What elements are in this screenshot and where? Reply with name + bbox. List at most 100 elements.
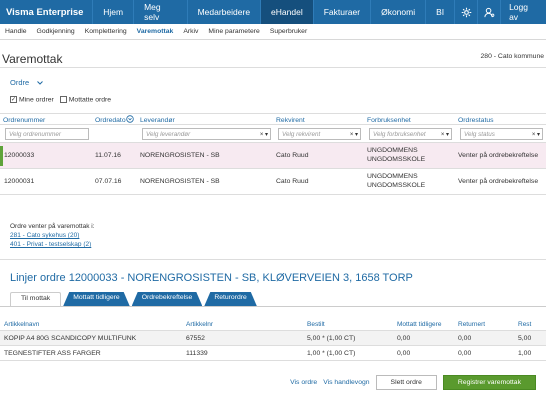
filter-ordrenummer-placeholder: Velg ordrenummer <box>9 131 61 138</box>
user-settings-icon[interactable] <box>477 0 500 24</box>
logout-button[interactable]: Logg av <box>500 0 546 24</box>
cell-ordredato: 11.07.16 <box>95 152 121 159</box>
cell-ordredato: 07.07.16 <box>95 178 122 185</box>
cell-ordrenummer: 12000031 <box>4 178 35 185</box>
order-lines-table: Artikkelnavn Artikkelnr Bestilt Mottatt … <box>0 318 546 361</box>
clear-chevron-icon[interactable]: × ▾ <box>260 131 268 138</box>
tab-returordre[interactable]: Returordre <box>204 292 257 306</box>
cell-artikkelnavn: KOPIP A4 80G SCANDICOPY MULTIFUNK <box>4 335 137 342</box>
tab-divider <box>0 306 546 307</box>
delete-order-button[interactable]: Slett ordre <box>375 375 437 390</box>
nav-item-fakturaer[interactable]: Fakturaer <box>312 0 370 24</box>
subnav-item-superbruker[interactable]: Superbruker <box>265 28 312 35</box>
nav-item-meg-selv[interactable]: Meg selv <box>133 0 187 24</box>
mine-ordrer-label: Mine ordrer <box>19 96 54 104</box>
subnav-item-arkiv[interactable]: Arkiv <box>178 28 203 35</box>
clear-chevron-icon[interactable]: × ▾ <box>532 131 540 138</box>
col-returnert: Returnert <box>458 321 486 328</box>
cell-artikkelnr: 111339 <box>186 350 208 357</box>
filter-rekvirent-placeholder: Velg rekvirent <box>282 131 321 138</box>
cell-bestilt: 1,00 * (1,00 CT) <box>307 350 356 357</box>
filter-status-placeholder: Velg status <box>464 131 495 138</box>
checkbox-empty-icon <box>59 96 67 103</box>
col-ordredato[interactable]: Ordredato <box>95 117 126 124</box>
cell-mottatt-tidligere: 0,00 <box>397 350 411 357</box>
col-ordrestatus[interactable]: Ordrestatus <box>458 117 494 124</box>
divider <box>0 259 546 260</box>
mottatte-ordrer-checkbox[interactable]: Mottatte ordre <box>59 96 111 103</box>
cell-artikkelnr: 67552 <box>186 335 205 342</box>
cell-rekvirent: Cato Ruud <box>276 178 309 185</box>
cell-forbruksenhet-1: UNGDOMMENS <box>367 147 418 154</box>
orders-table: Ordrenummer Ordredato Leverandør Rekvire… <box>0 113 546 195</box>
table-row[interactable]: 12000031 07.07.16 NORENGROSISTEN - SB Ca… <box>0 169 546 195</box>
subnav-item-komplettering[interactable]: Komplettering <box>80 28 132 35</box>
nav-item-ehandel[interactable]: eHandel <box>260 0 313 24</box>
subnav-item-mine-parametere[interactable]: Mine parametere <box>203 28 264 35</box>
cell-rest: 1,00 <box>518 350 532 357</box>
filter-ordrenummer-input[interactable]: Velg ordrenummer <box>5 128 89 140</box>
register-receipt-button[interactable]: Registrer varemottak <box>442 375 536 390</box>
table-row[interactable]: KOPIP A4 80G SCANDICOPY MULTIFUNK 67552 … <box>0 331 546 346</box>
col-ordrenummer[interactable]: Ordrenummer <box>3 117 45 124</box>
nav-item-hjem[interactable]: Hjem <box>92 0 133 24</box>
filter-checkboxes: ✓ Mine ordrer Mottatte ordre <box>10 96 111 103</box>
page-title: Varemottak <box>2 52 63 66</box>
cell-mottatt-tidligere: 0,00 <box>397 335 411 342</box>
nav-item-bi[interactable]: BI <box>425 0 454 24</box>
gear-icon[interactable] <box>454 0 477 24</box>
tab-til-mottak[interactable]: Til mottak <box>10 292 62 306</box>
table-row[interactable]: TEGNESTIFTER ASS FARGER 111339 1,00 * (1… <box>0 346 546 361</box>
tab-ordrebekreftelse[interactable]: Ordrebekreftelse <box>132 292 203 306</box>
clear-chevron-icon[interactable]: × ▾ <box>441 131 449 138</box>
tab-mottatt-tidligere[interactable]: Mottatt tidligere <box>63 292 129 306</box>
col-rekvirent[interactable]: Rekvirent <box>276 117 305 124</box>
col-leverandor[interactable]: Leverandør <box>140 117 175 124</box>
cell-forbruksenhet-2: UNGDOMSSKOLE <box>367 182 426 189</box>
nav-item-medarbeidere[interactable]: Medarbeidere <box>186 0 260 24</box>
chevron-down-icon <box>37 78 44 87</box>
orders-table-header: Ordrenummer Ordredato Leverandør Rekvire… <box>0 113 546 125</box>
pending-title: Ordre venter på varemottak i: <box>10 223 95 230</box>
order-lines-header: Artikkelnavn Artikkelnr Bestilt Mottatt … <box>0 318 546 331</box>
pending-link-cato-sykehus[interactable]: 281 - Cato sykehus (20) <box>10 231 95 240</box>
cell-forbruksenhet-1: UNGDOMMENS <box>367 173 418 180</box>
selected-row-indicator <box>0 146 3 166</box>
clear-chevron-icon[interactable]: × ▾ <box>350 131 358 138</box>
action-bar: Vis ordre Vis handlevogn Slett ordre Reg… <box>290 375 536 390</box>
subnav-item-godkjenning[interactable]: Godkjenning <box>32 28 80 35</box>
divider <box>0 67 546 68</box>
col-bestilt: Bestilt <box>307 321 325 328</box>
order-lines-title: Linjer ordre 12000033 - NORENGROSISTEN -… <box>10 272 413 284</box>
cell-leverandor: NORENGROSISTEN - SB <box>140 178 220 185</box>
nav-item-okonomi[interactable]: Økonomi <box>370 0 425 24</box>
brand-logo: Visma Enterprise <box>6 6 84 18</box>
filter-leverandor-placeholder: Velg leverandør <box>146 131 191 138</box>
vis-handlevogn-link[interactable]: Vis handlevogn <box>323 379 369 386</box>
sub-navbar: Handle Godkjenning Komplettering Varemot… <box>0 24 546 40</box>
sort-icon[interactable] <box>126 115 134 125</box>
filter-forbruksenhet-input[interactable]: Velg forbruksenhet × ▾ <box>369 128 452 140</box>
subnav-item-varemottak[interactable]: Varemottak <box>132 28 179 35</box>
pending-link-privat-testselskap[interactable]: 401 - Privat - testselskap (2) <box>10 240 95 249</box>
mine-ordrer-checkbox[interactable]: ✓ Mine ordrer <box>10 96 54 103</box>
company-label: 280 - Cato kommune <box>480 53 544 60</box>
col-artikkelnavn: Artikkelnavn <box>4 321 40 328</box>
col-forbruksenhet[interactable]: Forbruksenhet <box>367 117 411 124</box>
subnav-item-handle[interactable]: Handle <box>0 28 32 35</box>
orders-dropdown[interactable]: Ordre <box>10 78 44 87</box>
cell-rest: 5,00 <box>518 335 532 342</box>
vis-ordre-link[interactable]: Vis ordre <box>290 379 317 386</box>
col-mottatt-tidligere: Mottatt tidligere <box>397 321 442 328</box>
filter-status-input[interactable]: Velg status × ▾ <box>460 128 543 140</box>
filter-rekvirent-input[interactable]: Velg rekvirent × ▾ <box>278 128 361 140</box>
cell-bestilt: 5,00 * (1,00 CT) <box>307 335 356 342</box>
cell-returnert: 0,00 <box>458 350 472 357</box>
checkbox-checked-icon: ✓ <box>10 96 17 103</box>
filter-leverandor-input[interactable]: Velg leverandør × ▾ <box>142 128 271 140</box>
cell-returnert: 0,00 <box>458 335 472 342</box>
cell-rekvirent: Cato Ruud <box>276 152 309 159</box>
table-row[interactable]: 12000033 11.07.16 NORENGROSISTEN - SB Ca… <box>0 143 546 169</box>
filter-forbruksenhet-placeholder: Velg forbruksenhet <box>373 131 426 138</box>
cell-ordrestatus: Venter på ordrebekreftelse <box>458 152 539 159</box>
